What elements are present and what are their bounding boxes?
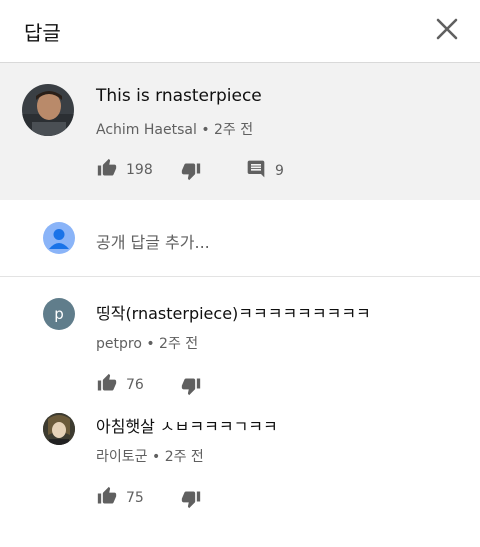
comment-author[interactable]: 라이토군 (96, 449, 148, 465)
comment-icon[interactable] (246, 159, 266, 183)
avatar[interactable] (43, 413, 75, 445)
dislike-action (180, 376, 202, 400)
add-reply-input[interactable]: 공개 답글 추가... (96, 229, 210, 253)
comment-text: This is rnasterpiece (96, 86, 262, 106)
comment-author[interactable]: petpro (96, 336, 142, 352)
thumb-up-icon[interactable] (96, 158, 118, 182)
dislike-action (180, 489, 202, 513)
comment-meta: 라이토군 • 2주 전 (96, 446, 204, 466)
dialog-header: 답글 (0, 0, 480, 63)
list-item: p 띵작(rnasterpiece)ㅋㅋㅋㅋㅋㅋㅋㅋㅋ petpro • 2주 … (0, 277, 480, 404)
main-comment: This is rnasterpiece Achim Haetsal • 2주 … (0, 63, 480, 200)
like-action: 198 (96, 158, 153, 182)
like-count: 76 (126, 377, 144, 393)
reply-count: 9 (275, 163, 284, 179)
comment-time: • 2주 전 (201, 122, 254, 138)
thumb-down-icon[interactable] (180, 376, 202, 400)
thumb-up-icon[interactable] (96, 486, 118, 510)
thumb-down-icon[interactable] (180, 161, 202, 185)
like-count: 198 (126, 162, 153, 178)
comment-text: 아침햇살 ㅅㅂㅋㅋㅋㄱㅋㅋ (96, 417, 278, 436)
close-icon[interactable] (434, 16, 460, 42)
like-action: 76 (96, 373, 144, 397)
thumb-up-icon[interactable] (96, 373, 118, 397)
replies-action: 9 (246, 159, 284, 183)
avatar[interactable] (22, 84, 74, 136)
avatar-letter: p (54, 305, 64, 323)
comment-author[interactable]: Achim Haetsal (96, 122, 197, 138)
add-reply-row: 공개 답글 추가... (0, 200, 480, 277)
comment-time: • 2주 전 (146, 336, 199, 352)
like-count: 75 (126, 490, 144, 506)
avatar[interactable]: p (43, 298, 75, 330)
list-item: 아침햇살 ㅅㅂㅋㅋㅋㄱㅋㅋ 라이토군 • 2주 전 75 (0, 404, 480, 547)
like-action: 75 (96, 486, 144, 510)
comment-text: 띵작(rnasterpiece)ㅋㅋㅋㅋㅋㅋㅋㅋㅋ (96, 304, 371, 323)
account-icon (43, 222, 75, 254)
comment-meta: petpro • 2주 전 (96, 333, 198, 353)
comment-time: • 2주 전 (151, 449, 204, 465)
thumb-down-icon[interactable] (180, 489, 202, 513)
dislike-action (180, 161, 202, 185)
comment-meta: Achim Haetsal • 2주 전 (96, 119, 253, 139)
page-title: 답글 (24, 21, 61, 45)
